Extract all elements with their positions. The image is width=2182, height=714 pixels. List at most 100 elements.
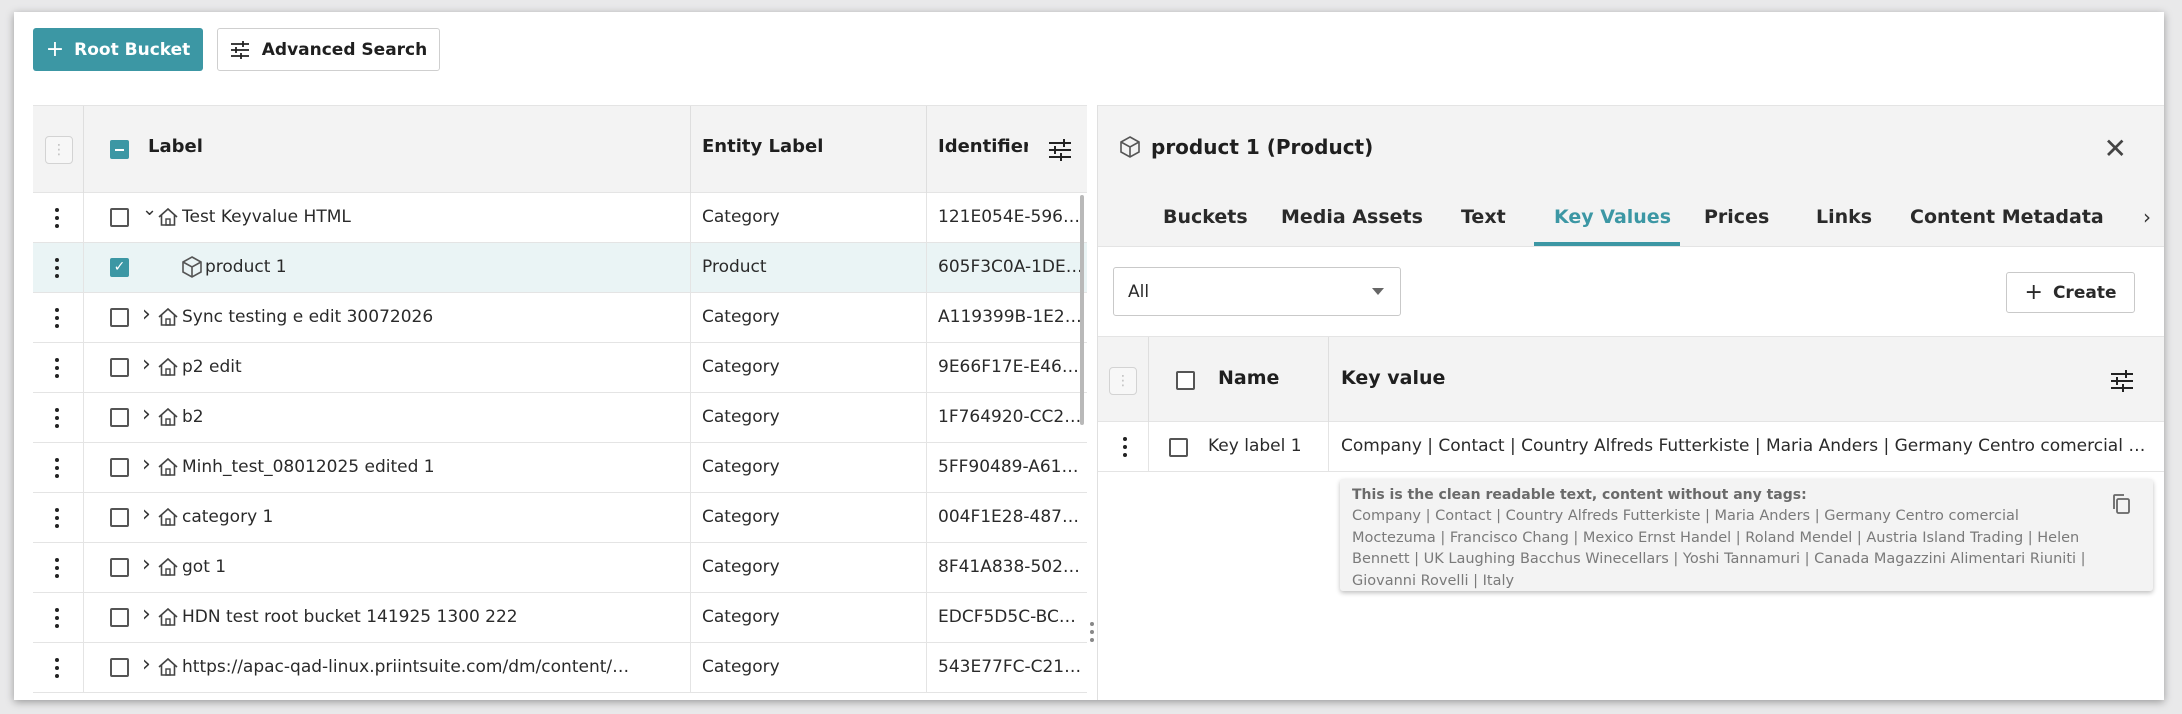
tab-prices[interactable]: Prices	[1704, 206, 1769, 228]
row-menu-icon[interactable]	[53, 256, 61, 280]
table-row[interactable]: › got 1 Category 8F41A838-502F-…	[33, 543, 1087, 593]
table-row[interactable]: ✓ product 1 Product 605F3C0A-1DED…	[33, 243, 1087, 293]
caret-down-icon	[1372, 288, 1384, 295]
row-menu-icon[interactable]	[53, 356, 61, 380]
row-identifier: 121E054E-5968-…	[938, 207, 1083, 227]
tab-media-assets[interactable]: Media Assets	[1281, 206, 1423, 228]
select-all-checkbox[interactable]	[110, 140, 129, 159]
row-label: p2 edit	[182, 357, 242, 377]
tab-content-metadata[interactable]: Content Metadata	[1910, 206, 2104, 228]
row-checkbox[interactable]	[110, 658, 129, 677]
bucket-tree-table: ⋮ Label Entity Label Identifier ⌄ Test Ke…	[33, 105, 1087, 700]
table-row[interactable]: ⌄ Test Keyvalue HTML Category 121E054E-5968…	[33, 193, 1087, 243]
row-label: product 1	[205, 257, 287, 277]
panel-resize-handle[interactable]	[1088, 602, 1096, 662]
bucket-home-icon	[157, 506, 179, 528]
header-key-value: Key value	[1341, 367, 1446, 389]
table-row[interactable]: › https://apac-qad-linux.priintsuite.com/…	[33, 643, 1087, 693]
table-row[interactable]: › HDN test root bucket 141925 1300 222 Cat…	[33, 593, 1087, 643]
table-row[interactable]: › Sync testing e edit 30072026 Category A11…	[33, 293, 1087, 343]
column-settings-icon[interactable]	[2110, 370, 2134, 392]
kv-name: Key label 1	[1208, 436, 1302, 456]
row-checkbox[interactable]	[1169, 438, 1188, 457]
chevron-right-icon[interactable]: ›	[142, 502, 158, 527]
plus-icon: +	[45, 36, 65, 62]
row-menu-icon[interactable]	[53, 406, 61, 430]
chevron-right-icon[interactable]: ›	[142, 552, 158, 577]
row-entity-label: Category	[702, 457, 780, 477]
row-identifier: 5FF90489-A615-…	[938, 457, 1083, 477]
table-row[interactable]: › b2 Category 1F764920-CC2F-…	[33, 393, 1087, 443]
header-label: Label	[148, 136, 203, 157]
root-bucket-label: Root Bucket	[74, 39, 191, 60]
row-menu-icon[interactable]	[1121, 435, 1129, 459]
row-menu-icon[interactable]	[53, 306, 61, 330]
tab-links[interactable]: Links	[1816, 206, 1872, 228]
table-row[interactable]: › p2 edit Category 9E66F17E-E463-…	[33, 343, 1087, 393]
row-identifier: EDCF5D5C-BC91…	[938, 607, 1083, 627]
column-drag-handle[interactable]: ⋮	[45, 136, 73, 164]
filter-select-value: All	[1128, 282, 1150, 302]
copy-icon[interactable]	[2111, 493, 2131, 515]
row-checkbox[interactable]	[110, 408, 129, 427]
kv-select-all-checkbox[interactable]	[1176, 371, 1195, 390]
column-divider[interactable]	[690, 106, 691, 194]
row-checkbox[interactable]	[110, 608, 129, 627]
row-checkbox[interactable]	[110, 358, 129, 377]
chevron-down-icon[interactable]: ⌄	[142, 199, 158, 220]
column-divider[interactable]	[926, 106, 927, 194]
bucket-home-icon	[157, 406, 179, 428]
row-checkbox[interactable]	[110, 308, 129, 327]
kv-value: Company | Contact | Country Alfreds Futt…	[1341, 436, 2156, 456]
row-entity-label: Category	[702, 607, 780, 627]
row-menu-icon[interactable]	[53, 456, 61, 480]
vertical-scrollbar[interactable]	[1080, 195, 1084, 425]
row-label: Sync testing e edit 30072026	[182, 307, 434, 327]
row-checkbox[interactable]	[110, 558, 129, 577]
chevron-right-icon[interactable]: ›	[142, 452, 158, 477]
row-checkbox[interactable]	[110, 508, 129, 527]
close-icon[interactable]: ✕	[2104, 132, 2127, 165]
table-row[interactable]: › Minh_test_08012025 edited 1 Category 5FF9…	[33, 443, 1087, 493]
create-button[interactable]: + Create	[2006, 272, 2135, 313]
tab-key-values[interactable]: Key Values	[1554, 206, 1671, 228]
bucket-home-icon	[157, 556, 179, 578]
chevron-right-icon[interactable]: ›	[142, 402, 158, 427]
row-identifier: 9E66F17E-E463-…	[938, 357, 1083, 377]
table-row[interactable]: Key label 1 Company | Contact | Country …	[1098, 422, 2164, 472]
row-checkbox[interactable]	[110, 458, 129, 477]
row-menu-icon[interactable]	[53, 506, 61, 530]
table-row[interactable]: › category 1 Category 004F1E28-487A-…	[33, 493, 1087, 543]
row-menu-icon[interactable]	[53, 556, 61, 580]
header-name: Name	[1218, 367, 1280, 389]
advanced-search-button[interactable]: Advanced Search	[217, 28, 440, 71]
filter-select[interactable]: All	[1113, 267, 1401, 316]
chevron-right-icon[interactable]: ›	[142, 652, 158, 677]
row-label: b2	[182, 407, 204, 427]
column-drag-handle[interactable]: ⋮	[1109, 367, 1137, 395]
tab-text[interactable]: Text	[1461, 206, 1506, 228]
product-cube-icon	[181, 256, 203, 278]
chevron-right-icon[interactable]: ›	[2143, 205, 2151, 229]
row-entity-label: Category	[702, 307, 780, 327]
row-label: Minh_test_08012025 edited 1	[182, 457, 435, 477]
chevron-right-icon[interactable]: ›	[142, 352, 158, 377]
row-menu-icon[interactable]	[53, 656, 61, 680]
column-settings-icon[interactable]	[1048, 139, 1072, 161]
row-menu-icon[interactable]	[53, 206, 61, 230]
row-entity-label: Category	[702, 657, 780, 677]
root-bucket-button[interactable]: + Root Bucket	[33, 28, 203, 71]
detail-title: product 1 (Product)	[1151, 135, 1374, 159]
value-tooltip: This is the clean readable text, content…	[1340, 479, 2153, 591]
row-checkbox[interactable]	[110, 208, 129, 227]
chevron-right-icon[interactable]: ›	[142, 602, 158, 627]
table-body: ⌄ Test Keyvalue HTML Category 121E054E-5968…	[33, 193, 1087, 693]
table-header: ⋮ Label Entity Label Identifier	[33, 105, 1087, 194]
bucket-home-icon	[157, 606, 179, 628]
row-checkbox[interactable]: ✓	[110, 258, 129, 277]
advanced-search-label: Advanced Search	[261, 39, 428, 60]
row-menu-icon[interactable]	[53, 606, 61, 630]
chevron-right-icon[interactable]: ›	[142, 302, 158, 327]
header-entity-label: Entity Label	[702, 136, 824, 157]
tab-buckets[interactable]: Buckets	[1163, 206, 1248, 228]
